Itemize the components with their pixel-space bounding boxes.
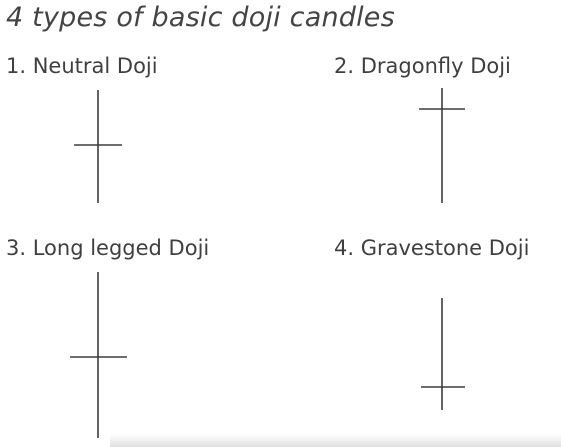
neutral-doji-candle: [74, 90, 122, 203]
bottom-shadow: [110, 434, 561, 447]
gravestone-doji-candle: [421, 298, 465, 410]
long-legged-doji-candle: [70, 272, 127, 438]
dragonfly-doji-candle: [419, 88, 465, 203]
doji-candles-canvas: [70, 88, 465, 438]
